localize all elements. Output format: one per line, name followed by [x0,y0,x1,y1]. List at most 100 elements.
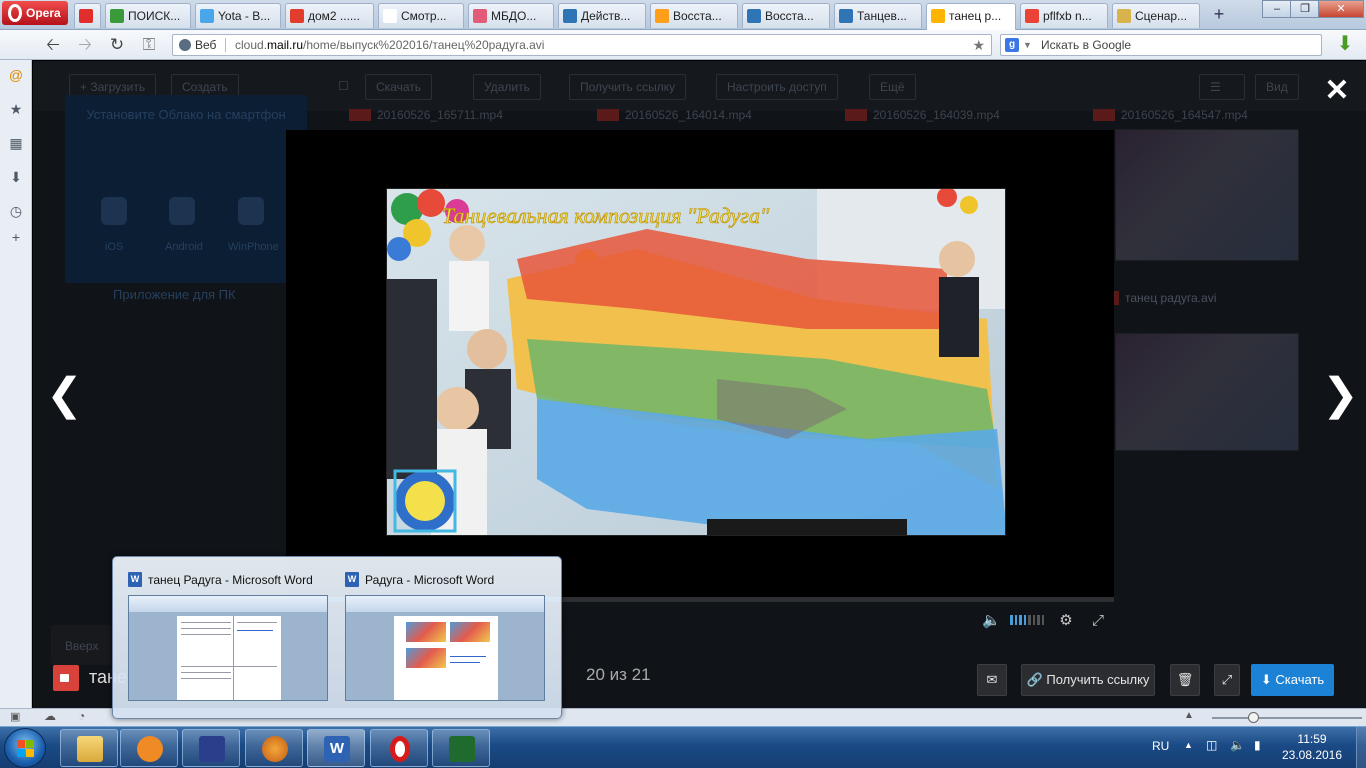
volume-speaker-icon[interactable]: 🔈 [982,612,1001,630]
download-icon: ⬇ [1260,672,1272,687]
history-clock-icon[interactable]: ◷ [7,202,25,220]
taskbar-opera[interactable] [370,729,428,767]
apple-icon[interactable] [101,197,127,225]
thumbnail-window[interactable]: W Радуга - Microsoft Word [345,571,545,701]
delete-button-dim[interactable]: Удалить [473,74,541,100]
get-link-button-dim[interactable]: Получить ссылку [569,74,687,100]
language-indicator[interactable]: RU [1152,739,1169,753]
previous-arrow-icon[interactable]: ❮ [46,372,83,418]
search-field[interactable]: g ▼ Искать в Google [1000,34,1322,56]
viewer-download-button[interactable]: ⬇ Скачать [1251,664,1334,696]
more-button-dim[interactable]: Ещё [869,74,916,100]
turbo-cloud-icon[interactable]: ☁ [44,709,56,723]
thumbnail-preview[interactable] [128,595,328,701]
sort-button[interactable]: ☰ [1199,74,1245,100]
selected-file-item[interactable]: танец радуга.avi [1113,291,1216,305]
opera-menu-button[interactable]: Opera [2,1,68,25]
url-field[interactable]: Веб cloud.mail.ru/home/выпуск%202016/тан… [172,34,992,56]
volume-level-bar [1014,615,1017,625]
key-icon[interactable]: ⚿ [138,35,160,55]
view-button[interactable]: Вид [1255,74,1299,100]
select-all-checkbox[interactable]: ☐ [328,74,359,100]
maximize-button[interactable]: ❐ [1290,0,1320,18]
email-share-button[interactable]: ✉ [977,664,1007,696]
browser-tab[interactable]: Смотр... [378,3,464,28]
settings-gear-icon[interactable]: ⚙ [1057,612,1075,630]
bookmarks-star-icon[interactable]: ★ [7,100,25,118]
next-arrow-icon[interactable]: ❯ [1322,372,1359,418]
download-button-dim[interactable]: Скачать [365,74,432,100]
minimize-button[interactable]: – [1262,0,1292,18]
taskbar-audio-app[interactable] [245,729,303,767]
tray-expand-icon[interactable]: ▲ [1184,740,1193,750]
browser-tab[interactable]: Восста... [742,3,830,28]
show-desktop-button[interactable] [1356,727,1366,768]
taskbar-explorer[interactable] [60,729,118,767]
reload-button[interactable]: ↻ [106,35,128,55]
browser-tab[interactable] [74,3,101,28]
add-panel-icon[interactable]: + [7,228,25,246]
file-item[interactable]: 20160526_164014.mp4 [597,108,752,122]
opera-icon [390,736,410,762]
clock[interactable]: 11:59 23.08.2016 [1272,731,1352,763]
browser-tab[interactable]: ПОИСК... [105,3,191,28]
close-viewer-icon[interactable]: ✕ [1322,76,1352,106]
back-button[interactable]: 🡠 [42,35,64,55]
browser-tab[interactable]: pflfxb n... [1020,3,1108,28]
zoom-slider[interactable] [1212,712,1362,723]
zoom-arrow-icon[interactable]: ▲ [1184,710,1194,721]
taskbar-word[interactable]: W [307,729,365,767]
file-item[interactable]: 20160526_164039.mp4 [845,108,1000,122]
promo-title: Установите Облако на смартфон [86,107,286,122]
browser-tab[interactable]: дом2 ...... [285,3,374,28]
forward-button[interactable]: 🡢 [74,35,96,55]
downloads-icon[interactable]: ⬇ [7,168,25,186]
speed-dial-icon[interactable]: ◔ [78,709,85,723]
search-engine-dropdown-icon[interactable]: ▼ [1023,35,1032,55]
volume-tray-icon[interactable]: 🔈 [1230,738,1245,752]
new-tab-button[interactable]: + [1206,3,1232,27]
fullscreen-icon[interactable]: ⤢ [1089,612,1107,630]
browser-tab[interactable]: Сценар... [1112,3,1200,28]
taskbar-save-app[interactable] [182,729,240,767]
network-icon[interactable]: ◫ [1206,738,1217,752]
file-thumbnail[interactable] [1115,333,1299,451]
thumbnail-ribbon [346,596,544,612]
bookmark-star-icon[interactable]: ★ [972,35,985,55]
file-thumbnail[interactable] [1115,129,1299,261]
taskbar-media-player[interactable] [120,729,178,767]
mail-icon[interactable]: @ [7,66,25,84]
browser-tab[interactable]: МБДО... [468,3,554,28]
thumbnail-window[interactable]: Wтанец Радуга - Microsoft Word [128,571,328,701]
android-icon[interactable] [169,197,195,225]
zoom-slider-knob[interactable] [1248,712,1259,723]
viewer-expand-button[interactable]: ⤢ [1214,664,1240,696]
viewer-delete-button[interactable]: 🗑 [1170,664,1200,696]
browser-tab[interactable]: Действ... [558,3,646,28]
url-host-text: mail.ru [267,38,304,52]
thumbnail-preview[interactable] [345,595,545,701]
power-icon[interactable]: ▮ [1254,738,1261,752]
scroll-up-button[interactable]: Вверх [51,625,111,665]
thumbnail-document [177,616,281,700]
browser-tab[interactable]: Танцев... [834,3,922,28]
file-item[interactable]: 20160526_165711.mp4 [349,108,503,122]
downloads-arrow-icon[interactable]: ⬇ [1335,33,1355,55]
share-button-dim[interactable]: Настроить доступ [716,74,838,100]
video-frame[interactable]: Танцевальная композиция "Радуга" [386,188,1006,536]
pc-app-link[interactable]: Приложение для ПК [113,287,236,302]
taskbar-eye-app[interactable] [432,729,490,767]
browser-tab[interactable]: танец р... [926,3,1016,30]
viewer-get-link-button[interactable]: 🔗 Получить ссылку [1021,664,1155,696]
volume-slider[interactable] [1010,615,1044,625]
envelope-icon: ✉ [986,672,998,687]
browser-tab[interactable]: Yota - В... [195,3,281,28]
start-button[interactable] [4,728,46,768]
window-close-button[interactable]: ✕ [1318,0,1364,18]
panel-toggle-icon[interactable]: ▣ [10,710,20,723]
windows-icon[interactable] [238,197,264,225]
file-item[interactable]: 20160526_164547.mp4 [1093,108,1248,122]
browser-tab[interactable]: Восста... [650,3,738,28]
video-player[interactable]: Танцевальная композиция "Радуга" [286,130,1114,602]
notes-icon[interactable]: ▦ [7,134,25,152]
